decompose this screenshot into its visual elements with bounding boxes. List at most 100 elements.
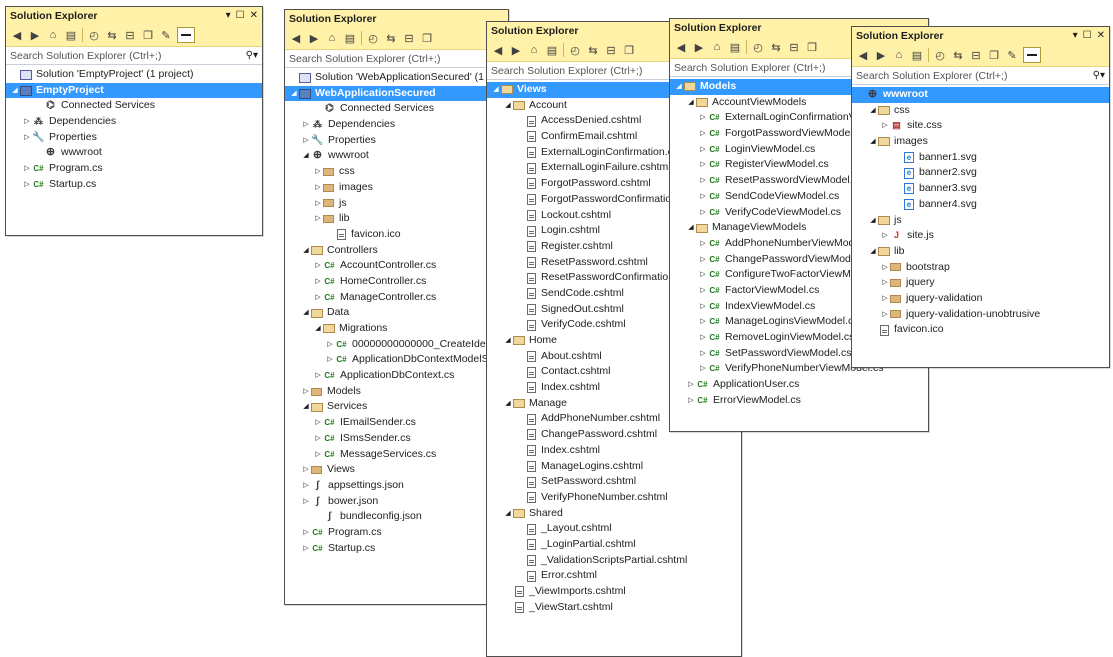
tree-item[interactable]: favicon.ico — [285, 227, 508, 243]
close-icon[interactable]: ✕ — [1097, 30, 1105, 41]
expand-arrow-icon[interactable]: ▷ — [698, 110, 708, 126]
switch-views-icon[interactable]: ▤ — [910, 48, 924, 62]
expand-arrow-icon[interactable]: ▷ — [698, 283, 708, 299]
search-input[interactable]: Search Solution Explorer (Ctrl+;) — [856, 70, 1093, 82]
tree-item[interactable]: ◢ Services — [285, 399, 508, 415]
tree-item[interactable]: ◢ css — [852, 103, 1109, 119]
expand-arrow-icon[interactable]: ▷ — [880, 275, 890, 291]
show-all-files-icon[interactable]: ❐ — [805, 40, 819, 54]
collapse-all-icon[interactable]: ⊟ — [123, 28, 137, 42]
home-icon[interactable]: ⌂ — [527, 43, 541, 57]
expand-arrow-icon[interactable]: ▷ — [301, 478, 311, 494]
tree-item[interactable]: ManageLogins.cshtml — [487, 459, 741, 475]
expand-arrow-icon[interactable]: ▷ — [313, 447, 323, 463]
collapse-arrow-icon[interactable]: ◢ — [301, 399, 311, 415]
tree-item[interactable]: Solution 'EmptyProject' (1 project) — [6, 67, 262, 83]
expand-arrow-icon[interactable]: ▷ — [22, 161, 32, 177]
expand-arrow-icon[interactable]: ▷ — [698, 314, 708, 330]
back-icon[interactable]: ◀ — [491, 43, 505, 57]
properties-icon[interactable]: ✎ — [159, 28, 173, 42]
tree-item[interactable]: ▷ C# IEmailSender.cs — [285, 415, 508, 431]
tree-item[interactable]: ▷C#00000000000000_CreateIdentitySchema.c… — [285, 337, 508, 353]
expand-arrow-icon[interactable]: ▷ — [880, 307, 890, 323]
expand-arrow-icon[interactable]: ▷ — [686, 393, 696, 409]
tree-item[interactable]: _LoginPartial.cshtml — [487, 537, 741, 553]
tree-item[interactable]: _ViewStart.cshtml — [487, 600, 741, 616]
expand-arrow-icon[interactable]: ▷ — [313, 180, 323, 196]
collapse-arrow-icon[interactable]: ◢ — [868, 213, 878, 229]
home-icon[interactable]: ⌂ — [710, 40, 724, 54]
expand-arrow-icon[interactable]: ▷ — [686, 377, 696, 393]
tree-item[interactable]: Error.cshtml — [487, 568, 741, 584]
collapse-arrow-icon[interactable]: ◢ — [313, 321, 323, 337]
switch-views-icon[interactable]: ▤ — [545, 43, 559, 57]
forward-icon[interactable]: ▶ — [28, 28, 42, 42]
tree-item[interactable]: ▷ C# ErrorViewModel.cs — [670, 393, 928, 409]
collapse-all-icon[interactable]: ⊟ — [969, 48, 983, 62]
expand-arrow-icon[interactable]: ▷ — [313, 431, 323, 447]
expand-arrow-icon[interactable]: ▷ — [301, 133, 311, 149]
tree-item[interactable]: ▷ jquery-validation — [852, 291, 1109, 307]
pending-changes-icon[interactable]: ◴ — [751, 40, 765, 54]
pending-changes-icon[interactable]: ◴ — [366, 31, 380, 45]
collapse-arrow-icon[interactable]: ◢ — [289, 86, 299, 102]
expand-arrow-icon[interactable]: ▷ — [698, 252, 708, 268]
tree-item[interactable]: ⊕ wwwroot — [6, 145, 262, 161]
back-icon[interactable]: ◀ — [856, 48, 870, 62]
collapse-all-icon[interactable]: ⊟ — [787, 40, 801, 54]
tree-item[interactable]: e banner3.svg — [852, 181, 1109, 197]
tree-item[interactable]: ▷ 🔧 Properties — [285, 133, 508, 149]
forward-icon[interactable]: ▶ — [509, 43, 523, 57]
tree-item[interactable]: ▷ C# ApplicationUser.cs — [670, 377, 928, 393]
expand-arrow-icon[interactable]: ▷ — [22, 114, 32, 130]
expand-arrow-icon[interactable]: ▷ — [325, 352, 335, 368]
pending-changes-icon[interactable]: ◴ — [933, 48, 947, 62]
tree-item[interactable]: ▷ C# Startup.cs — [6, 177, 262, 193]
back-icon[interactable]: ◀ — [289, 31, 303, 45]
collapse-arrow-icon[interactable]: ◢ — [503, 333, 513, 349]
expand-arrow-icon[interactable]: ▷ — [698, 361, 708, 377]
expand-arrow-icon[interactable]: ▷ — [301, 525, 311, 541]
sync-icon[interactable]: ⇆ — [384, 31, 398, 45]
sync-icon[interactable]: ⇆ — [951, 48, 965, 62]
tree-item[interactable]: ⌬ Connected Services — [6, 98, 262, 114]
expand-arrow-icon[interactable]: ▷ — [698, 236, 708, 252]
tree-item[interactable]: ▷ Jsite.js — [852, 228, 1109, 244]
forward-icon[interactable]: ▶ — [692, 40, 706, 54]
tree-item[interactable]: ▷ Models — [285, 384, 508, 400]
tree-item[interactable]: ʃ bundleconfig.json — [285, 509, 508, 525]
sync-icon[interactable]: ⇆ — [586, 43, 600, 57]
tree-item[interactable]: ◢ Data — [285, 305, 508, 321]
maximize-icon[interactable]: ☐ — [236, 10, 245, 21]
panel-titlebar[interactable]: Solution Explorer ▾ ☐ ✕ — [6, 7, 262, 24]
expand-arrow-icon[interactable]: ▷ — [313, 164, 323, 180]
search-box[interactable]: Search Solution Explorer (Ctrl+;) — [285, 50, 508, 68]
tree-item[interactable]: ▷ ⁂ Dependencies — [6, 114, 262, 130]
search-icon[interactable]: ⚲▾ — [246, 50, 258, 61]
close-icon[interactable]: ✕ — [250, 10, 258, 21]
tree-item[interactable]: ▷ C# ApplicationDbContext.cs — [285, 368, 508, 384]
switch-views-icon[interactable]: ▤ — [343, 31, 357, 45]
sync-icon[interactable]: ⇆ — [769, 40, 783, 54]
expand-arrow-icon[interactable]: ▷ — [698, 142, 708, 158]
forward-icon[interactable]: ▶ — [874, 48, 888, 62]
search-box[interactable]: Search Solution Explorer (Ctrl+;) ⚲▾ — [852, 67, 1109, 85]
tree-item[interactable]: e banner1.svg — [852, 150, 1109, 166]
tree-item[interactable]: ◢ Shared — [487, 506, 741, 522]
tree-item[interactable]: ▷ images — [285, 180, 508, 196]
show-all-files-icon[interactable]: ❐ — [141, 28, 155, 42]
expand-arrow-icon[interactable]: ▷ — [22, 130, 32, 146]
tree-item[interactable]: ▷ C# HomeController.cs — [285, 274, 508, 290]
switch-views-icon[interactable]: ▤ — [728, 40, 742, 54]
tree-item[interactable]: _ValidationScriptsPartial.cshtml — [487, 553, 741, 569]
expand-arrow-icon[interactable]: ▷ — [880, 118, 890, 134]
tree-item[interactable]: ▷ bootstrap — [852, 260, 1109, 276]
tree-item[interactable]: ◢ WebApplicationSecured — [285, 85, 508, 102]
tree-item[interactable]: ▷ ʃ bower.json — [285, 494, 508, 510]
tree-item[interactable]: ▷ css — [285, 164, 508, 180]
tree-item[interactable]: ▷ jquery — [852, 275, 1109, 291]
switch-views-icon[interactable]: ▤ — [64, 28, 78, 42]
tree-item[interactable]: Solution 'WebApplicationSecured' (1 — [285, 70, 508, 86]
tree-item[interactable]: ▷ C# Program.cs — [285, 525, 508, 541]
collapse-arrow-icon[interactable]: ◢ — [301, 305, 311, 321]
